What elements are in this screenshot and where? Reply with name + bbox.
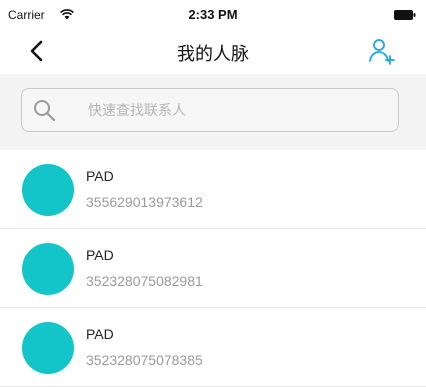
avatar	[22, 322, 74, 374]
search-icon	[34, 100, 56, 122]
contact-list: PAD 355629013973612 PAD 352328075082981 …	[0, 150, 426, 387]
search-input[interactable]	[86, 95, 390, 127]
list-item[interactable]: PAD 352328075078385	[0, 308, 426, 387]
contact-id: 352328075078385	[86, 352, 203, 368]
nav-bar: 我的人脉	[0, 30, 426, 74]
status-time: 2:33 PM	[188, 7, 238, 22]
contact-id: 355629013973612	[86, 194, 203, 210]
contact-id: 352328075082981	[86, 273, 203, 289]
status-bar: Carrier 2:33 PM	[0, 0, 426, 30]
avatar	[22, 243, 74, 295]
page-title: 我的人脉	[177, 44, 249, 65]
add-contact-icon[interactable]	[368, 37, 396, 65]
contact-name: PAD	[86, 168, 114, 184]
contact-name: PAD	[86, 326, 114, 342]
battery-icon	[394, 10, 416, 20]
avatar	[22, 164, 74, 216]
list-item[interactable]: PAD 355629013973612	[0, 150, 426, 229]
contact-name: PAD	[86, 247, 114, 263]
search-section	[0, 74, 426, 150]
list-item[interactable]: PAD 352328075082981	[0, 229, 426, 308]
search-box[interactable]	[21, 88, 399, 132]
